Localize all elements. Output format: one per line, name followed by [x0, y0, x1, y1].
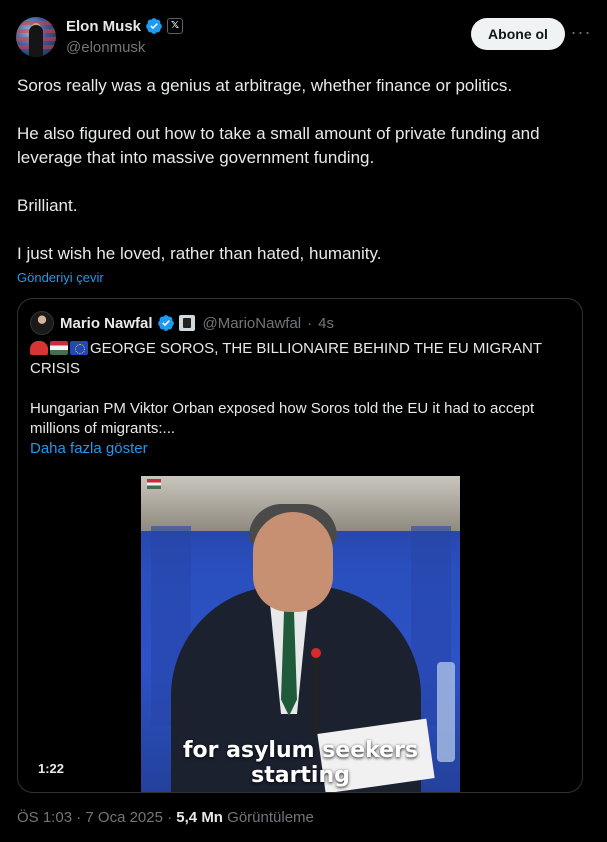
- dot-separator: ·: [76, 809, 82, 826]
- affiliate-badge-icon: [178, 315, 195, 331]
- quoted-body: GEORGE SOROS, THE BILLIONAIRE BEHIND THE…: [30, 339, 550, 459]
- tweet-paragraph: He also figured out how to take a small …: [17, 124, 540, 167]
- quoted-display-name[interactable]: Mario Nawfal: [60, 315, 153, 332]
- video-caption-line: for asylum seekers: [182, 738, 419, 763]
- video-duration: 1:22: [38, 761, 65, 776]
- view-count-label: Görüntüleme: [227, 809, 314, 826]
- tweet-header: Elon Musk 𝕏 @elonmusk Abone ol ···: [16, 14, 591, 58]
- post-time[interactable]: ÖS 1:03: [17, 809, 72, 826]
- tweet-meta: ÖS 1:03 · 7 Oca 2025 · 5,4 Mn Görüntülem…: [17, 809, 314, 826]
- post-date[interactable]: 7 Oca 2025: [85, 809, 163, 826]
- follow-button[interactable]: Abone ol: [471, 18, 565, 50]
- affiliate-x-icon: 𝕏: [167, 18, 184, 34]
- author-name-row: Elon Musk 𝕏: [66, 17, 184, 35]
- tweet-paragraph: Soros really was a genius at arbitrage, …: [17, 76, 513, 95]
- show-more-link[interactable]: Daha fazla göster: [30, 439, 550, 459]
- hungary-flag-icon: [147, 479, 161, 489]
- quoted-handle: @MarioNawfal: [202, 314, 302, 332]
- author-display-name[interactable]: Elon Musk: [66, 18, 141, 35]
- quoted-avatar[interactable]: [30, 311, 54, 335]
- translate-post-link[interactable]: Gönderiyi çevir: [17, 270, 104, 285]
- eu-flag-icon: [70, 341, 88, 355]
- quoted-tweet[interactable]: Mario Nawfal @MarioNawfal · 4s GEORGE SO…: [17, 298, 583, 793]
- hungary-flag-icon: [50, 341, 68, 355]
- tweet-paragraph: Brilliant.: [17, 196, 78, 215]
- siren-emoji-icon: [30, 341, 48, 355]
- quoted-headline: GEORGE SOROS, THE BILLIONAIRE BEHIND THE…: [30, 340, 542, 377]
- quoted-header: Mario Nawfal @MarioNawfal · 4s: [30, 311, 334, 335]
- quoted-time[interactable]: 4s: [318, 315, 334, 332]
- emoji-group: [30, 341, 88, 355]
- quoted-headline-line: GEORGE SOROS, THE BILLIONAIRE BEHIND THE…: [30, 339, 550, 379]
- author-handle[interactable]: @elonmusk: [66, 39, 145, 56]
- dot-separator: ·: [307, 314, 313, 332]
- more-options-icon[interactable]: ···: [569, 22, 593, 46]
- verified-badge-icon: [157, 315, 174, 331]
- author-avatar[interactable]: [16, 17, 56, 57]
- quoted-text: Hungarian PM Viktor Orban exposed how So…: [30, 400, 535, 437]
- view-count: 5,4 Mn: [176, 809, 223, 826]
- dot-separator: ·: [167, 809, 173, 826]
- verified-badge-icon: [146, 18, 162, 34]
- video-caption-line: starting: [251, 763, 350, 788]
- tweet-paragraph: I just wish he loved, rather than hated,…: [17, 244, 382, 263]
- tweet-text: Soros really was a genius at arbitrage, …: [17, 74, 577, 266]
- quoted-video[interactable]: for asylum seekers starting: [141, 476, 460, 792]
